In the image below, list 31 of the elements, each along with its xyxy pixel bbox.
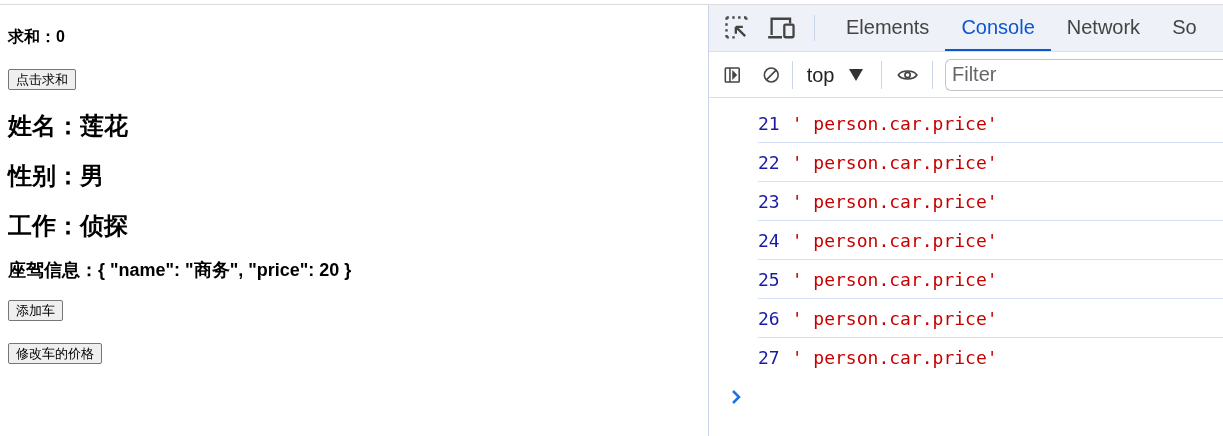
devtools-tab[interactable]: Console — [945, 5, 1051, 51]
repeat-count: 24 — [758, 228, 780, 253]
log-message: ' person.car.price' — [791, 111, 998, 136]
log-message: ' person.car.price' — [791, 306, 998, 331]
repeat-count: 23 — [758, 189, 780, 214]
sum-button[interactable]: 点击求和 — [8, 69, 76, 90]
caret-icon — [848, 68, 863, 81]
log-message: ' person.car.price' — [791, 228, 998, 253]
change-price-button[interactable]: 修改车的价格 — [8, 343, 102, 364]
context-dropdown[interactable]: top — [806, 59, 863, 90]
name-heading: 姓名：莲花 — [8, 111, 128, 141]
inspect-icon[interactable] — [723, 14, 751, 42]
job-heading: 工作：侦探 — [8, 211, 128, 241]
log-message: ' person.car.price' — [791, 267, 998, 292]
repeat-count: 27 — [758, 346, 780, 370]
repeat-count: 26 — [758, 306, 780, 331]
devtools-tab[interactable]: So — [1156, 5, 1213, 51]
repeat-count: 25 — [758, 267, 780, 292]
car-info-text: 座驾信息：{ "name": "商务", "price": 20 } — [8, 259, 352, 282]
devtools-tab[interactable]: Elements — [830, 5, 946, 51]
gender-heading: 性别：男 — [8, 161, 104, 191]
log-message: ' person.car.price' — [791, 150, 998, 175]
repeat-count: 21 — [758, 111, 780, 136]
prompt-icon[interactable] — [731, 389, 741, 405]
log-message: ' person.car.price' — [791, 189, 998, 214]
add-car-button[interactable]: 添加车 — [8, 300, 63, 321]
devtools-tab[interactable]: Network — [1050, 5, 1157, 51]
repeat-count: 22 — [758, 150, 780, 175]
log-message: ' person.car.price' — [791, 346, 998, 370]
filter-field[interactable]: Filter — [945, 58, 1223, 91]
sum-text: 求和：0 — [8, 27, 65, 47]
